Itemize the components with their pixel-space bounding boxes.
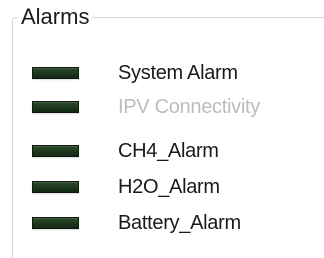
ipv-connectivity-label: IPV Connectivity <box>118 95 260 118</box>
alarm-row-system: System Alarm <box>32 56 238 90</box>
system-alarm-indicator-icon <box>32 67 79 79</box>
h2o-alarm-label: H2O_Alarm <box>118 175 220 198</box>
alarm-row-ipv-connectivity: IPV Connectivity <box>32 90 260 124</box>
alarm-row-h2o: H2O_Alarm <box>32 170 220 204</box>
alarms-group: Alarms System Alarm IPV Connectivity CH4… <box>12 0 324 258</box>
alarm-row-battery: Battery_Alarm <box>32 206 241 240</box>
battery-alarm-label: Battery_Alarm <box>118 211 241 234</box>
ipv-connectivity-indicator-icon <box>32 101 79 113</box>
ch4-alarm-indicator-icon <box>32 145 79 157</box>
alarms-group-title: Alarms <box>18 3 93 31</box>
h2o-alarm-indicator-icon <box>32 181 79 193</box>
battery-alarm-indicator-icon <box>32 217 79 229</box>
alarm-row-ch4: CH4_Alarm <box>32 134 219 168</box>
system-alarm-label: System Alarm <box>118 61 238 84</box>
ch4-alarm-label: CH4_Alarm <box>118 139 219 162</box>
